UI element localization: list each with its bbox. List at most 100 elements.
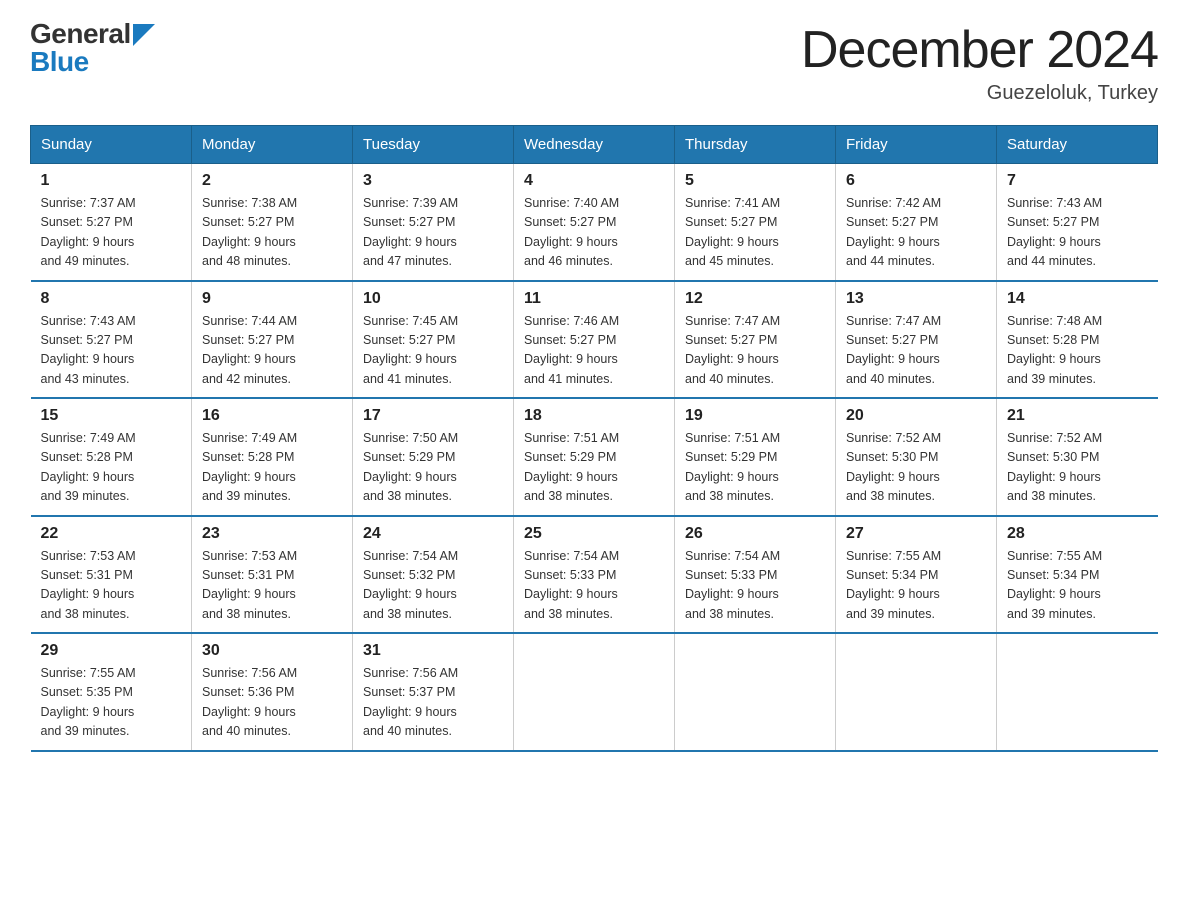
- weekday-header-friday: Friday: [836, 126, 997, 164]
- weekday-header-sunday: Sunday: [31, 126, 192, 164]
- calendar-week-row: 29 Sunrise: 7:55 AM Sunset: 5:35 PM Dayl…: [31, 633, 1158, 751]
- calendar-day-cell: 15 Sunrise: 7:49 AM Sunset: 5:28 PM Dayl…: [31, 398, 192, 516]
- calendar-day-cell: 12 Sunrise: 7:47 AM Sunset: 5:27 PM Dayl…: [675, 281, 836, 399]
- day-number: 14: [1007, 290, 1148, 308]
- calendar-day-cell: 19 Sunrise: 7:51 AM Sunset: 5:29 PM Dayl…: [675, 398, 836, 516]
- day-number: 8: [41, 290, 182, 308]
- weekday-header-wednesday: Wednesday: [514, 126, 675, 164]
- calendar-day-cell: 31 Sunrise: 7:56 AM Sunset: 5:37 PM Dayl…: [353, 633, 514, 751]
- calendar-day-cell: 20 Sunrise: 7:52 AM Sunset: 5:30 PM Dayl…: [836, 398, 997, 516]
- day-info: Sunrise: 7:40 AM Sunset: 5:27 PM Dayligh…: [524, 194, 664, 272]
- calendar-day-cell: 10 Sunrise: 7:45 AM Sunset: 5:27 PM Dayl…: [353, 281, 514, 399]
- day-number: 5: [685, 172, 825, 190]
- calendar-day-cell: 11 Sunrise: 7:46 AM Sunset: 5:27 PM Dayl…: [514, 281, 675, 399]
- calendar-day-cell: 9 Sunrise: 7:44 AM Sunset: 5:27 PM Dayli…: [192, 281, 353, 399]
- calendar-day-cell: 5 Sunrise: 7:41 AM Sunset: 5:27 PM Dayli…: [675, 164, 836, 281]
- day-info: Sunrise: 7:54 AM Sunset: 5:33 PM Dayligh…: [524, 547, 664, 625]
- day-info: Sunrise: 7:39 AM Sunset: 5:27 PM Dayligh…: [363, 194, 503, 272]
- day-info: Sunrise: 7:47 AM Sunset: 5:27 PM Dayligh…: [685, 312, 825, 390]
- calendar-day-cell: [997, 633, 1158, 751]
- day-number: 11: [524, 290, 664, 308]
- calendar-day-cell: 16 Sunrise: 7:49 AM Sunset: 5:28 PM Dayl…: [192, 398, 353, 516]
- day-number: 2: [202, 172, 342, 190]
- calendar-week-row: 22 Sunrise: 7:53 AM Sunset: 5:31 PM Dayl…: [31, 516, 1158, 634]
- title-block: December 2024 Guezeloluk, Turkey: [801, 20, 1158, 105]
- day-number: 6: [846, 172, 986, 190]
- day-info: Sunrise: 7:38 AM Sunset: 5:27 PM Dayligh…: [202, 194, 342, 272]
- day-number: 31: [363, 642, 503, 660]
- day-info: Sunrise: 7:53 AM Sunset: 5:31 PM Dayligh…: [202, 547, 342, 625]
- day-info: Sunrise: 7:43 AM Sunset: 5:27 PM Dayligh…: [41, 312, 182, 390]
- calendar-day-cell: 23 Sunrise: 7:53 AM Sunset: 5:31 PM Dayl…: [192, 516, 353, 634]
- calendar-day-cell: 25 Sunrise: 7:54 AM Sunset: 5:33 PM Dayl…: [514, 516, 675, 634]
- logo-triangle-icon: [133, 24, 155, 46]
- calendar-table: SundayMondayTuesdayWednesdayThursdayFrid…: [30, 125, 1158, 752]
- calendar-day-cell: 13 Sunrise: 7:47 AM Sunset: 5:27 PM Dayl…: [836, 281, 997, 399]
- logo: General Blue: [30, 20, 155, 76]
- day-info: Sunrise: 7:43 AM Sunset: 5:27 PM Dayligh…: [1007, 194, 1148, 272]
- day-number: 28: [1007, 525, 1148, 543]
- day-info: Sunrise: 7:45 AM Sunset: 5:27 PM Dayligh…: [363, 312, 503, 390]
- day-info: Sunrise: 7:51 AM Sunset: 5:29 PM Dayligh…: [524, 429, 664, 507]
- day-number: 21: [1007, 407, 1148, 425]
- logo-blue-text: Blue: [30, 46, 89, 77]
- day-number: 29: [41, 642, 182, 660]
- calendar-day-cell: [675, 633, 836, 751]
- day-number: 17: [363, 407, 503, 425]
- day-number: 18: [524, 407, 664, 425]
- day-info: Sunrise: 7:56 AM Sunset: 5:37 PM Dayligh…: [363, 664, 503, 742]
- day-info: Sunrise: 7:44 AM Sunset: 5:27 PM Dayligh…: [202, 312, 342, 390]
- day-number: 9: [202, 290, 342, 308]
- day-info: Sunrise: 7:50 AM Sunset: 5:29 PM Dayligh…: [363, 429, 503, 507]
- day-info: Sunrise: 7:55 AM Sunset: 5:34 PM Dayligh…: [846, 547, 986, 625]
- calendar-day-cell: [514, 633, 675, 751]
- calendar-day-cell: 24 Sunrise: 7:54 AM Sunset: 5:32 PM Dayl…: [353, 516, 514, 634]
- calendar-day-cell: 27 Sunrise: 7:55 AM Sunset: 5:34 PM Dayl…: [836, 516, 997, 634]
- calendar-day-cell: 2 Sunrise: 7:38 AM Sunset: 5:27 PM Dayli…: [192, 164, 353, 281]
- calendar-week-row: 1 Sunrise: 7:37 AM Sunset: 5:27 PM Dayli…: [31, 164, 1158, 281]
- day-number: 1: [41, 172, 182, 190]
- day-info: Sunrise: 7:42 AM Sunset: 5:27 PM Dayligh…: [846, 194, 986, 272]
- day-number: 23: [202, 525, 342, 543]
- weekday-header-thursday: Thursday: [675, 126, 836, 164]
- day-number: 7: [1007, 172, 1148, 190]
- day-info: Sunrise: 7:52 AM Sunset: 5:30 PM Dayligh…: [1007, 429, 1148, 507]
- calendar-day-cell: 6 Sunrise: 7:42 AM Sunset: 5:27 PM Dayli…: [836, 164, 997, 281]
- weekday-header-saturday: Saturday: [997, 126, 1158, 164]
- day-number: 26: [685, 525, 825, 543]
- calendar-day-cell: 14 Sunrise: 7:48 AM Sunset: 5:28 PM Dayl…: [997, 281, 1158, 399]
- day-info: Sunrise: 7:54 AM Sunset: 5:33 PM Dayligh…: [685, 547, 825, 625]
- day-number: 24: [363, 525, 503, 543]
- day-number: 3: [363, 172, 503, 190]
- day-info: Sunrise: 7:41 AM Sunset: 5:27 PM Dayligh…: [685, 194, 825, 272]
- day-info: Sunrise: 7:48 AM Sunset: 5:28 PM Dayligh…: [1007, 312, 1148, 390]
- day-info: Sunrise: 7:47 AM Sunset: 5:27 PM Dayligh…: [846, 312, 986, 390]
- location: Guezeloluk, Turkey: [801, 82, 1158, 105]
- logo-general-text: General: [30, 20, 131, 48]
- page-header: General Blue December 2024 Guezeloluk, T…: [30, 20, 1158, 105]
- calendar-week-row: 15 Sunrise: 7:49 AM Sunset: 5:28 PM Dayl…: [31, 398, 1158, 516]
- day-info: Sunrise: 7:52 AM Sunset: 5:30 PM Dayligh…: [846, 429, 986, 507]
- calendar-day-cell: 17 Sunrise: 7:50 AM Sunset: 5:29 PM Dayl…: [353, 398, 514, 516]
- weekday-header-row: SundayMondayTuesdayWednesdayThursdayFrid…: [31, 126, 1158, 164]
- day-number: 27: [846, 525, 986, 543]
- calendar-day-cell: [836, 633, 997, 751]
- calendar-day-cell: 7 Sunrise: 7:43 AM Sunset: 5:27 PM Dayli…: [997, 164, 1158, 281]
- calendar-day-cell: 18 Sunrise: 7:51 AM Sunset: 5:29 PM Dayl…: [514, 398, 675, 516]
- calendar-day-cell: 30 Sunrise: 7:56 AM Sunset: 5:36 PM Dayl…: [192, 633, 353, 751]
- calendar-day-cell: 29 Sunrise: 7:55 AM Sunset: 5:35 PM Dayl…: [31, 633, 192, 751]
- day-number: 20: [846, 407, 986, 425]
- day-info: Sunrise: 7:55 AM Sunset: 5:34 PM Dayligh…: [1007, 547, 1148, 625]
- day-info: Sunrise: 7:51 AM Sunset: 5:29 PM Dayligh…: [685, 429, 825, 507]
- day-number: 16: [202, 407, 342, 425]
- day-info: Sunrise: 7:54 AM Sunset: 5:32 PM Dayligh…: [363, 547, 503, 625]
- day-number: 10: [363, 290, 503, 308]
- day-info: Sunrise: 7:49 AM Sunset: 5:28 PM Dayligh…: [202, 429, 342, 507]
- day-number: 22: [41, 525, 182, 543]
- day-info: Sunrise: 7:55 AM Sunset: 5:35 PM Dayligh…: [41, 664, 182, 742]
- day-number: 4: [524, 172, 664, 190]
- day-info: Sunrise: 7:49 AM Sunset: 5:28 PM Dayligh…: [41, 429, 182, 507]
- calendar-day-cell: 8 Sunrise: 7:43 AM Sunset: 5:27 PM Dayli…: [31, 281, 192, 399]
- day-number: 30: [202, 642, 342, 660]
- day-number: 25: [524, 525, 664, 543]
